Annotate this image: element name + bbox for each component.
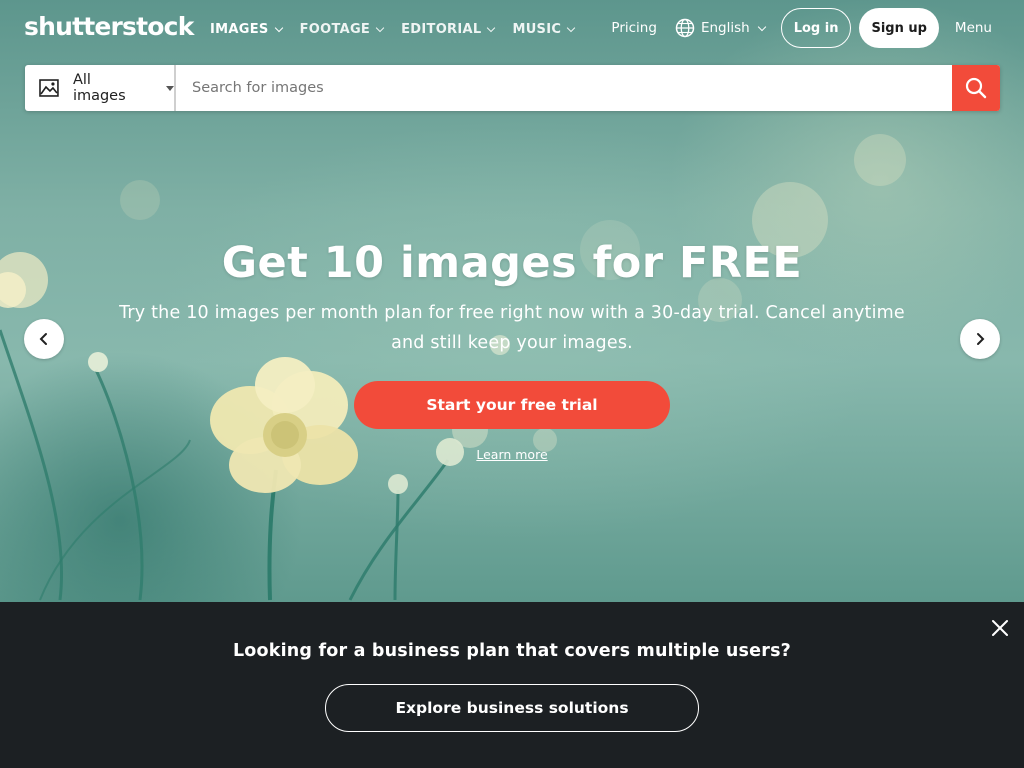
chevron-down-icon xyxy=(487,23,496,33)
image-icon xyxy=(39,79,59,97)
nav-images[interactable]: IMAGES xyxy=(210,22,283,37)
nav-editorial[interactable]: EDITORIAL xyxy=(401,22,496,37)
search-type-label: All images xyxy=(72,72,126,104)
nav-music-label: MUSIC xyxy=(512,22,562,37)
carousel-prev-button[interactable] xyxy=(24,319,64,359)
search-button[interactable] xyxy=(952,65,1000,111)
close-icon[interactable] xyxy=(990,618,1010,638)
language-label: English xyxy=(700,20,750,36)
chevron-left-icon xyxy=(39,333,47,345)
explore-business-button[interactable]: Explore business solutions xyxy=(325,684,699,732)
chevron-down-icon xyxy=(757,22,766,31)
chevron-right-icon xyxy=(977,333,985,345)
globe-icon xyxy=(675,18,695,38)
signup-button[interactable]: Sign up xyxy=(859,8,939,48)
nav-footage-label: FOOTAGE xyxy=(299,22,371,37)
chevron-down-icon xyxy=(274,23,283,33)
search-type-dropdown[interactable]: All images xyxy=(25,65,175,111)
caret-down-icon xyxy=(166,85,174,91)
nav-images-label: IMAGES xyxy=(210,22,269,37)
hero-subtitle: Try the 10 images per month plan for fre… xyxy=(119,303,905,353)
menu-button[interactable]: Menu xyxy=(955,20,992,36)
search-input[interactable] xyxy=(175,65,952,111)
carousel-next-button[interactable] xyxy=(960,319,1000,359)
site-header: shutterstock IMAGES FOOTAGE EDITORIAL MU… xyxy=(0,0,1024,60)
pricing-link[interactable]: Pricing xyxy=(611,20,657,36)
header-actions: Pricing English Log in Sign up Menu xyxy=(611,8,992,48)
banner-title: Looking for a business plan that covers … xyxy=(232,641,792,661)
main-nav: IMAGES FOOTAGE EDITORIAL MUSIC xyxy=(210,22,576,37)
search-bar: All images xyxy=(25,65,1000,111)
learn-more-link[interactable]: Learn more xyxy=(0,447,1024,462)
start-free-trial-button[interactable]: Start your free trial xyxy=(354,381,670,429)
chevron-down-icon xyxy=(566,23,576,33)
hero-title: Get 10 images for FREE xyxy=(221,238,803,288)
search-icon xyxy=(965,77,987,99)
shutterstock-logo[interactable]: shutterstock xyxy=(24,12,194,41)
login-button[interactable]: Log in xyxy=(780,8,852,48)
nav-music[interactable]: MUSIC xyxy=(512,22,576,37)
nav-footage[interactable]: FOOTAGE xyxy=(299,22,385,37)
chevron-down-icon xyxy=(375,23,385,33)
nav-editorial-label: EDITORIAL xyxy=(401,22,482,37)
language-selector[interactable]: English xyxy=(675,18,766,38)
